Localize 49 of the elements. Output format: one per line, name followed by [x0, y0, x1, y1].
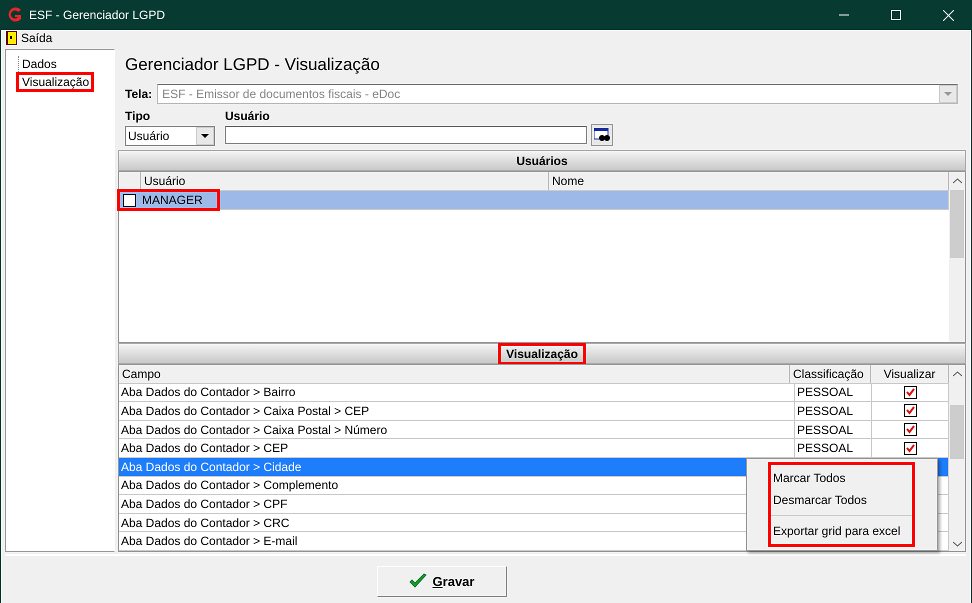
tree-item[interactable]: Visualização — [18, 74, 92, 90]
usuario-label: Usuário — [225, 109, 271, 123]
caret-icon — [944, 92, 952, 96]
table-cell: PESSOAL — [795, 402, 872, 420]
page-heading: Gerenciador LGPD - Visualização — [124, 54, 381, 76]
table-cell: PESSOAL — [795, 384, 872, 402]
checkbox[interactable] — [904, 404, 916, 418]
column-header[interactable]: Usuário — [141, 172, 549, 190]
user-name: MANAGER — [142, 193, 203, 207]
tipo-label: Tipo — [125, 109, 152, 123]
scrollbar[interactable] — [949, 365, 965, 551]
table-cell: PESSOAL — [795, 439, 872, 457]
table-cell: Aba Dados do Contador > Caixa Postal > CEP — [119, 402, 795, 420]
checkbox[interactable] — [904, 423, 916, 436]
section-title: Visualização — [500, 344, 584, 362]
column-header[interactable]: Visualizar — [871, 365, 949, 383]
save-button[interactable]: Gravar — [376, 566, 506, 596]
section-title: Usuários — [515, 152, 569, 170]
app-logo-icon — [7, 7, 23, 23]
exit-door-icon — [6, 31, 17, 45]
column-header[interactable]: Classificação — [790, 365, 871, 383]
scroll-up-icon[interactable] — [952, 178, 962, 184]
tela-label: Tela: — [125, 87, 152, 101]
caret-icon — [201, 134, 209, 138]
scroll-down-icon[interactable] — [952, 541, 962, 547]
close-icon — [942, 10, 954, 20]
checkbox[interactable] — [123, 194, 136, 206]
table-cell: Aba Dados do Contador > CEP — [119, 439, 795, 457]
user-row[interactable]: MANAGER — [119, 191, 949, 210]
binoculars-icon — [594, 128, 610, 142]
context-menu-item[interactable]: Desmarcar Todos — [771, 489, 912, 511]
table-cell: Aba Dados do Contador > Caixa Postal > Número — [119, 420, 795, 438]
checkmark-icon — [408, 573, 427, 589]
menu-item[interactable]: Saída — [21, 31, 52, 45]
header-cell — [119, 172, 141, 190]
column-header[interactable]: Campo — [119, 365, 790, 383]
table-cell: Aba Dados do Contador > Bairro — [119, 384, 795, 402]
maximize-icon — [891, 10, 901, 20]
checkbox[interactable] — [904, 442, 916, 455]
search-button[interactable] — [591, 124, 613, 146]
checkbox[interactable] — [904, 386, 916, 399]
scroll-up-icon[interactable] — [952, 371, 962, 377]
tree-item[interactable]: Dados — [18, 56, 60, 72]
scrollbar[interactable] — [949, 172, 965, 342]
table-cell: PESSOAL — [795, 420, 872, 438]
window-title: ESF - Gerenciador LGPD — [29, 8, 166, 22]
usuario-input[interactable] — [225, 126, 587, 144]
column-header[interactable]: Nome — [549, 172, 949, 190]
tipo-dropdown[interactable]: Usuário — [125, 126, 215, 146]
